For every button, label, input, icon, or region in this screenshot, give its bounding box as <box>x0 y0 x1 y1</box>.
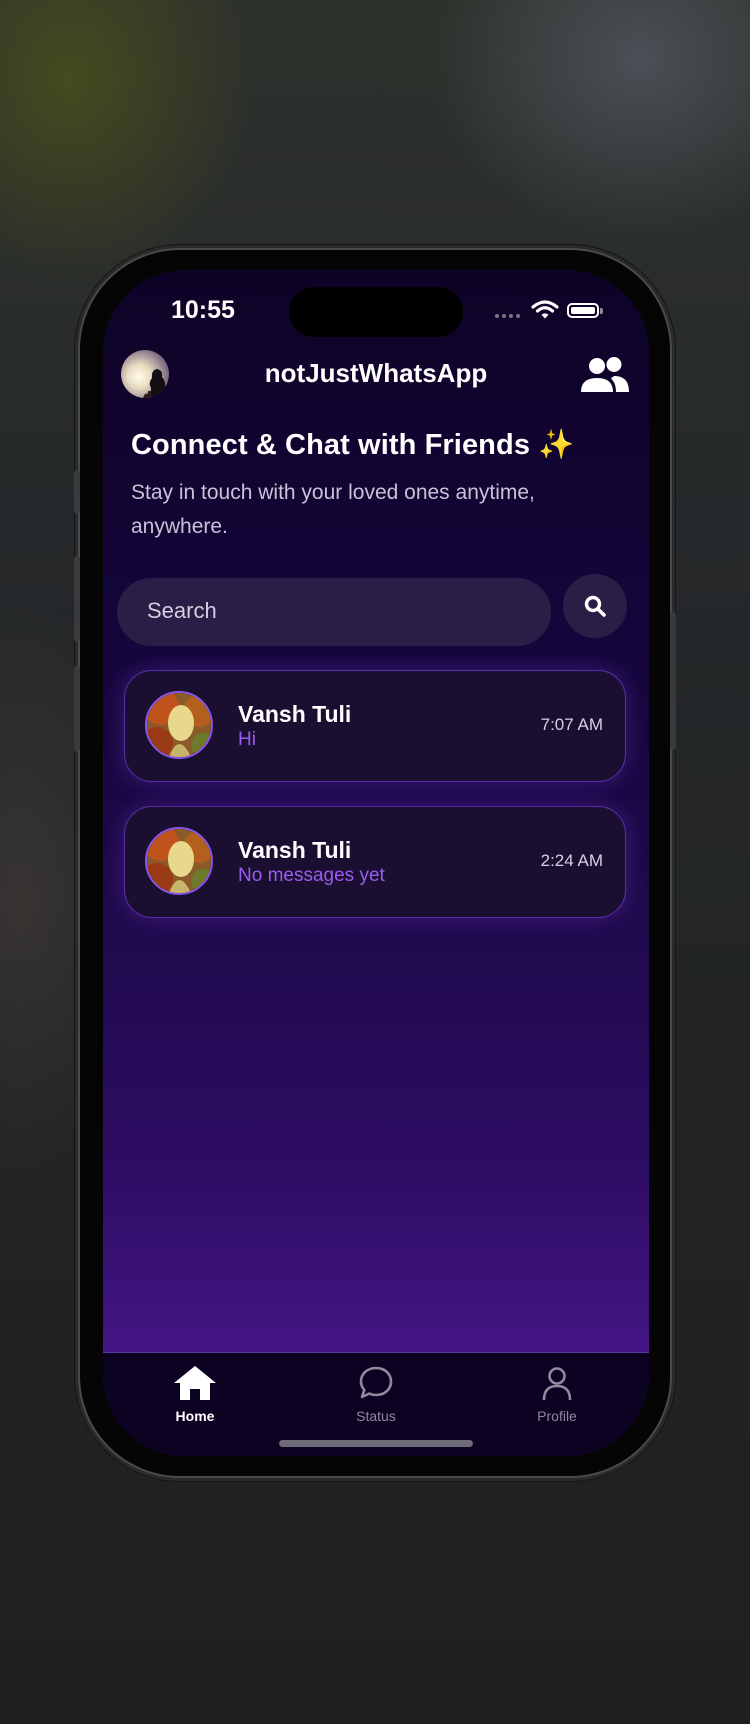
contact-avatar <box>145 691 213 759</box>
chat-list-item[interactable]: Vansh Tuli No messages yet 2:24 AM <box>124 806 626 918</box>
last-message: Hi <box>238 729 256 750</box>
wifi-icon <box>531 300 559 319</box>
contact-name: Vansh Tuli <box>238 837 352 863</box>
message-time: 2:24 AM <box>540 851 603 870</box>
tab-profile-label: Profile <box>537 1408 577 1424</box>
search-icon <box>584 595 606 617</box>
contacts-group-icon[interactable] <box>581 356 629 394</box>
battery-icon <box>567 303 599 318</box>
volume-down-button <box>74 666 80 752</box>
tab-status-label: Status <box>356 1408 396 1424</box>
search-button[interactable] <box>563 574 627 638</box>
app-screen: 10:55 notJustWhatsApp Connect & Chat wit… <box>103 270 649 1456</box>
contact-avatar <box>145 827 213 895</box>
volume-up-button <box>74 556 80 642</box>
search-placeholder: Search <box>147 598 217 623</box>
chat-list-item[interactable]: Vansh Tuli Hi 7:07 AM <box>124 670 626 782</box>
status-time: 10:55 <box>171 296 235 324</box>
hero-subtitle: Stay in touch with your loved ones anyti… <box>131 481 535 538</box>
message-time: 7:07 AM <box>540 715 603 734</box>
tab-status[interactable]: Status <box>316 1365 436 1424</box>
app-title: notJustWhatsApp <box>264 358 488 388</box>
person-icon <box>542 1367 572 1401</box>
cellular-signal-icon <box>495 314 520 318</box>
chat-bubble-icon <box>359 1366 393 1399</box>
power-button <box>670 612 676 750</box>
last-message: No messages yet <box>238 865 385 886</box>
home-icon <box>174 1366 216 1400</box>
action-button <box>74 470 80 514</box>
battery-tip <box>600 308 603 314</box>
tab-home[interactable]: Home <box>135 1365 255 1424</box>
hero-title: Connect & Chat with Friends ✨ <box>131 429 575 461</box>
dynamic-island <box>289 287 463 337</box>
home-indicator <box>279 1440 473 1447</box>
contact-name: Vansh Tuli <box>238 701 352 727</box>
tab-profile[interactable]: Profile <box>497 1365 617 1424</box>
tab-home-label: Home <box>175 1408 215 1424</box>
